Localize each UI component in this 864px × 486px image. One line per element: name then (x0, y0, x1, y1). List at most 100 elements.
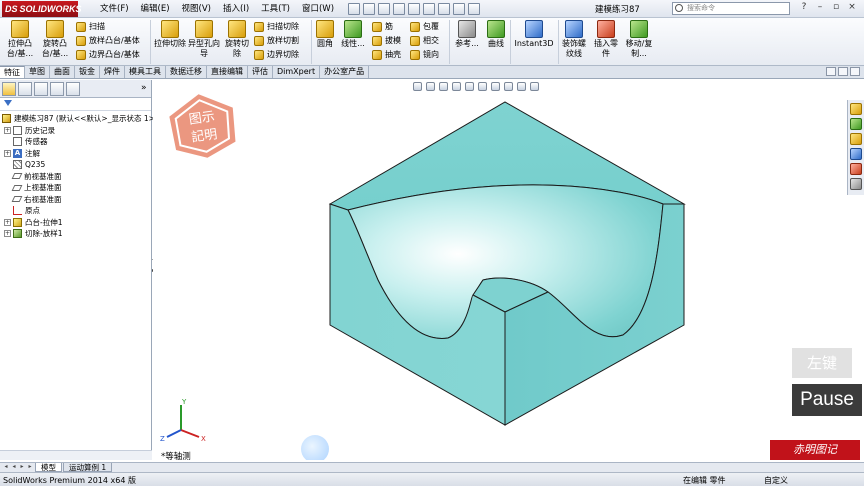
graphics-area[interactable]: 图示 記明 Y X Z *等轴测 (153, 80, 847, 460)
dimxpert-manager-tab-icon[interactable] (50, 81, 64, 96)
revolve-boss-button[interactable]: 旋转凸台/基... (38, 20, 72, 59)
close-icon[interactable]: × (846, 2, 858, 14)
restore-pane-icon[interactable] (826, 67, 836, 76)
save-icon[interactable] (378, 2, 391, 15)
first-tab-arrow-icon[interactable]: ◂ (2, 463, 10, 471)
tree-horizontal-scrollbar[interactable] (0, 450, 152, 460)
cosmetic-thread-icon (565, 20, 583, 38)
expand-toggle-icon[interactable]: + (4, 218, 11, 226)
appearances-icon[interactable] (850, 163, 862, 175)
solidworks-resources-icon[interactable] (850, 103, 862, 115)
new-document-icon[interactable] (348, 2, 361, 15)
curves-button[interactable]: 曲线 (484, 20, 508, 49)
custom-units-button[interactable]: 自定义 (764, 475, 788, 486)
select-arrow-icon[interactable] (423, 2, 436, 15)
search-commands-input[interactable]: 搜索命令 (672, 2, 790, 15)
minimize-pane-icon[interactable] (838, 67, 848, 76)
undo-icon[interactable] (408, 2, 421, 15)
minimize-icon[interactable]: – (814, 2, 826, 14)
tab-features[interactable]: 特征 (0, 66, 25, 78)
tree-item-right-plane[interactable]: 右视基准面 (0, 194, 151, 206)
loft-boss-button[interactable]: 放样凸台/基体 (76, 35, 140, 46)
tree-item-boss-extrude1[interactable]: + 凸台-拉伸1 (0, 217, 151, 229)
print-icon[interactable] (393, 2, 406, 15)
expand-pane-icon[interactable]: » (141, 83, 147, 93)
tree-item-label: Q235 (25, 160, 46, 170)
help-icon[interactable]: ? (798, 2, 810, 14)
tab-dimxpert[interactable]: DimXpert (273, 66, 321, 78)
custom-properties-icon[interactable] (850, 178, 862, 190)
last-tab-arrow-icon[interactable]: ▸ (26, 463, 34, 471)
configuration-manager-tab-icon[interactable] (34, 81, 48, 96)
open-folder-icon[interactable] (363, 2, 376, 15)
tree-item-top-plane[interactable]: 上视基准面 (0, 182, 151, 194)
tree-item-material[interactable]: Q235 (0, 159, 151, 171)
boundary-cut-button[interactable]: 边界切除 (254, 49, 299, 60)
file-explorer-icon[interactable] (850, 133, 862, 145)
fillet-button[interactable]: 圆角 (314, 20, 336, 49)
tree-item-history[interactable]: + 历史记录 (0, 125, 151, 137)
tab-evaluate[interactable]: 评估 (248, 66, 273, 78)
menu-window[interactable]: 窗口(W) (296, 0, 340, 18)
tree-item-annotations[interactable]: + A 注解 (0, 148, 151, 160)
extrude-boss-button[interactable]: 拉伸凸台/基... (4, 20, 36, 59)
swept-cut-button[interactable]: 扫描切除 (254, 21, 299, 32)
tab-motion-study[interactable]: 运动算例 1 (63, 463, 113, 472)
rebuild-icon[interactable] (438, 2, 451, 15)
expand-toggle-icon[interactable]: + (4, 230, 11, 238)
mirror-button[interactable]: 镜向 (410, 49, 439, 60)
tab-mold-tools[interactable]: 模具工具 (125, 66, 166, 78)
view-palette-icon[interactable] (850, 148, 862, 160)
tree-filter[interactable] (0, 100, 151, 111)
tab-office-products[interactable]: 办公室产品 (320, 66, 370, 78)
restore-icon[interactable]: ▫ (830, 2, 842, 14)
draft-button[interactable]: 拔模 (372, 35, 401, 46)
tab-sheet-metal[interactable]: 钣金 (75, 66, 100, 78)
wrap-button[interactable]: 包覆 (410, 21, 439, 32)
rib-button[interactable]: 筋 (372, 21, 393, 32)
tab-model[interactable]: 模型 (35, 463, 62, 472)
property-manager-tab-icon[interactable] (18, 81, 32, 96)
tree-root-part[interactable]: 建模练习87 (默认<<默认>_显示状态 1>) (0, 113, 158, 125)
reference-triad: Y X Z (160, 398, 206, 443)
lofted-cut-button[interactable]: 放样切割 (254, 35, 299, 46)
solidworks-logo[interactable]: DS SOLIDWORKS (2, 0, 82, 17)
expand-toggle-icon[interactable]: + (4, 126, 11, 134)
display-manager-tab-icon[interactable] (66, 81, 80, 96)
instant3d-button[interactable]: Instant3D (512, 20, 556, 49)
tree-item-front-plane[interactable]: 前视基准面 (0, 171, 151, 183)
design-library-icon[interactable] (850, 118, 862, 130)
intersect-button[interactable]: 相交 (410, 35, 439, 46)
move-copy-button[interactable]: 移动/复制... (624, 20, 654, 59)
shell-button[interactable]: 抽壳 (372, 49, 401, 60)
expand-toggle-icon[interactable]: + (4, 149, 11, 157)
tab-sketch[interactable]: 草图 (25, 66, 50, 78)
menu-tools[interactable]: 工具(T) (255, 0, 296, 18)
tab-surfaces[interactable]: 曲面 (50, 66, 75, 78)
close-pane-icon[interactable] (850, 67, 860, 76)
extrude-cut-button[interactable]: 拉伸切除 (154, 20, 186, 49)
revolve-cut-button[interactable]: 旋转切除 (222, 20, 252, 59)
next-tab-arrow-icon[interactable]: ▸ (18, 463, 26, 471)
insert-part-button[interactable]: 插入零件 (592, 20, 620, 59)
reference-geometry-button[interactable]: 参考... (452, 20, 482, 49)
tab-data-migration[interactable]: 数据迁移 (166, 66, 207, 78)
cosmetic-thread-button[interactable]: 装饰螺纹线 (560, 20, 588, 59)
tab-direct-editing[interactable]: 直接编辑 (207, 66, 248, 78)
tree-item-sensors[interactable]: 传感器 (0, 136, 151, 148)
sweep-button[interactable]: 扫描 (76, 21, 105, 32)
tree-item-origin[interactable]: 原点 (0, 205, 151, 217)
options-gear-icon[interactable] (468, 2, 481, 15)
menu-file[interactable]: 文件(F) (94, 0, 135, 18)
menu-view[interactable]: 视图(V) (176, 0, 217, 18)
boundary-boss-button[interactable]: 边界凸台/基体 (76, 49, 140, 60)
menu-edit[interactable]: 编辑(E) (135, 0, 176, 18)
menu-insert[interactable]: 插入(I) (217, 0, 255, 18)
feature-tree-tab-icon[interactable] (2, 81, 16, 96)
hole-wizard-button[interactable]: 异型孔向导 (188, 20, 220, 59)
tree-item-cut-loft1[interactable]: + 切除-放样1 (0, 228, 151, 240)
file-properties-icon[interactable] (453, 2, 466, 15)
prev-tab-arrow-icon[interactable]: ◂ (10, 463, 18, 471)
linear-pattern-button[interactable]: 线性... (338, 20, 368, 49)
tab-weldments[interactable]: 焊件 (100, 66, 125, 78)
